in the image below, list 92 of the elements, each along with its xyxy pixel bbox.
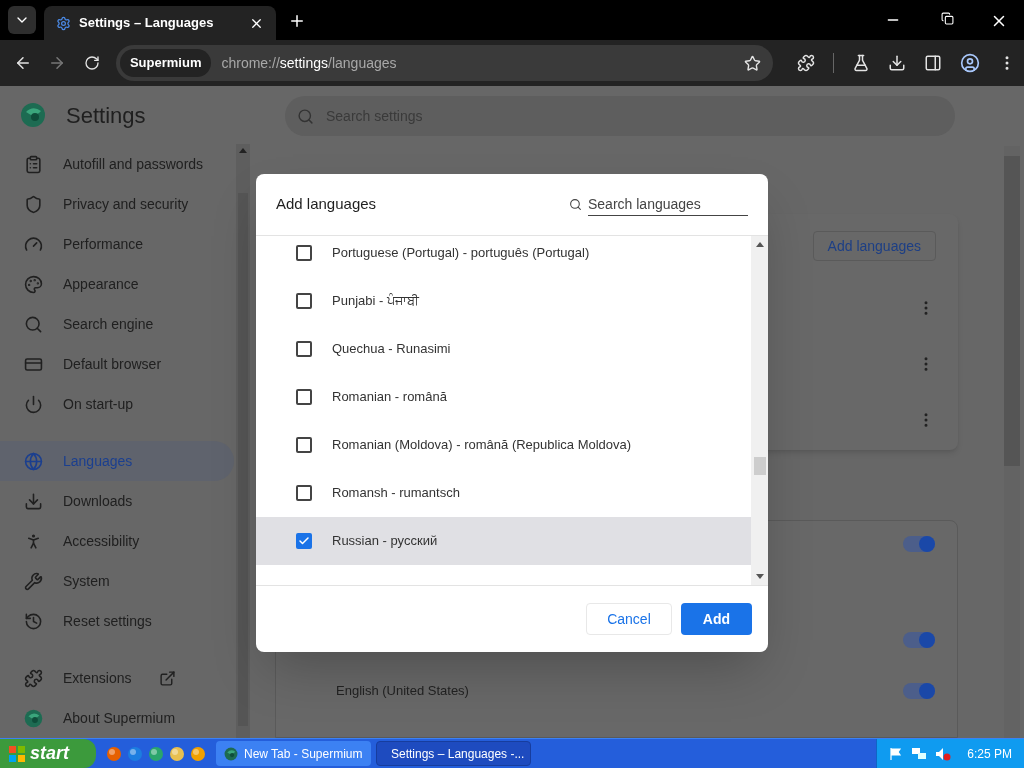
download-icon[interactable]: [888, 54, 906, 72]
checkbox[interactable]: [296, 341, 312, 357]
sidebar-item[interactable]: Accessibility: [0, 521, 234, 561]
sidebar-item[interactable]: Search engine: [0, 304, 234, 344]
language-option[interactable]: Romanian (Moldova) - română (Republica Moldova): [256, 421, 751, 469]
checkbox[interactable]: [296, 245, 312, 261]
reset-icon: [24, 611, 43, 631]
scroll-thumb[interactable]: [753, 457, 766, 475]
add-languages-button[interactable]: Add languages: [812, 231, 936, 261]
restore-icon[interactable]: [941, 12, 954, 25]
windows-flag-icon: [8, 744, 26, 763]
side-panel-icon[interactable]: [924, 54, 942, 72]
power-icon: [24, 394, 43, 414]
sidebar-item[interactable]: System: [0, 561, 234, 601]
shield-icon: [24, 194, 43, 214]
scroll-down-icon[interactable]: [755, 574, 764, 579]
quick-launch-icon[interactable]: [106, 745, 122, 762]
sidebar-item[interactable]: On start-up: [0, 384, 234, 424]
quick-launch-icon[interactable]: [169, 745, 185, 762]
cancel-button[interactable]: Cancel: [586, 603, 672, 635]
settings-title: Settings: [66, 101, 146, 130]
app-icon: [224, 746, 238, 761]
tab-title: Settings – Languages: [79, 14, 215, 33]
sidebar-item[interactable]: Performance: [0, 224, 234, 264]
extensions-icon[interactable]: [797, 54, 815, 72]
checkbox[interactable]: [296, 533, 312, 549]
sidebar-item[interactable]: Extensions: [0, 658, 234, 698]
sidebar-item[interactable]: Autofill and passwords: [0, 144, 234, 184]
gauge-icon: [24, 234, 43, 254]
taskbar-button[interactable]: Settings – Languages -...: [376, 741, 531, 766]
search-icon: [569, 198, 582, 211]
add-button[interactable]: Add: [680, 603, 752, 635]
dialog-title: Add languages: [276, 194, 377, 215]
download-icon: [24, 491, 43, 511]
sidebar-item[interactable]: Downloads: [0, 481, 234, 521]
language-option[interactable]: Romanian - română: [256, 373, 751, 421]
muted-speaker-icon[interactable]: [935, 746, 952, 761]
url-text: chrome://settings/languages: [221, 53, 398, 73]
gear-icon: [56, 15, 71, 31]
logo-icon: [24, 708, 43, 728]
globe-icon: [24, 451, 43, 471]
reload-icon[interactable]: [83, 55, 100, 71]
sidebar-item[interactable]: Default browser: [0, 344, 234, 384]
site-chip: Supermium: [119, 49, 212, 77]
flag-icon[interactable]: [889, 746, 904, 761]
address-bar[interactable]: Supermium chrome://settings/languages: [115, 45, 773, 81]
back-icon[interactable]: [14, 54, 32, 72]
sidebar-item[interactable]: Appearance: [0, 264, 234, 304]
language-option[interactable]: Romansh - rumantsch: [256, 469, 751, 517]
language-label: English (United States): [336, 682, 470, 700]
clock-time: 6:25 PM: [967, 745, 1012, 763]
scrollbar[interactable]: [1004, 146, 1020, 738]
checkbox[interactable]: [296, 293, 312, 309]
clipboard-icon: [24, 154, 43, 174]
language-option[interactable]: Russian - русский: [256, 517, 751, 565]
checkbox[interactable]: [296, 485, 312, 501]
browser-tab[interactable]: Settings – Languages: [44, 6, 276, 40]
taskbar-button[interactable]: New Tab - Supermium: [216, 741, 371, 766]
search-icon: [24, 314, 43, 334]
scrollbar[interactable]: [751, 236, 768, 585]
logo-icon: [20, 102, 46, 128]
flask-icon[interactable]: [852, 54, 870, 72]
external-link-icon[interactable]: [159, 669, 177, 687]
puzzle-icon: [24, 668, 43, 688]
quick-launch-icon[interactable]: [127, 745, 143, 762]
toggle-switch[interactable]: [903, 632, 935, 648]
toggle-switch[interactable]: [903, 536, 935, 552]
toggle-switch[interactable]: [903, 682, 935, 699]
checkbox[interactable]: [296, 389, 312, 405]
new-tab-icon[interactable]: [288, 12, 306, 30]
network-icon[interactable]: [911, 746, 928, 761]
sidebar-item[interactable]: Languages: [0, 441, 234, 481]
scroll-up-icon[interactable]: [755, 242, 764, 247]
palette-icon: [24, 274, 43, 294]
sidebar-item[interactable]: Reset settings: [0, 601, 234, 641]
language-option[interactable]: Portuguese (Portugal) - português (Portugal): [256, 236, 751, 277]
start-button[interactable]: start: [0, 739, 96, 768]
search-languages-field[interactable]: Search languages: [588, 193, 748, 216]
language-option[interactable]: Quechua - Runasimi: [256, 325, 751, 373]
wrench-icon: [24, 571, 43, 591]
checkbox[interactable]: [296, 437, 312, 453]
bookmark-star-icon[interactable]: [744, 54, 761, 72]
quick-launch-icon[interactable]: [190, 745, 206, 762]
quick-launch-icon[interactable]: [148, 745, 164, 762]
sidebar-item[interactable]: Privacy and security: [0, 184, 234, 224]
sidebar-item[interactable]: About Supermium: [0, 698, 234, 738]
profile-icon[interactable]: [960, 53, 980, 73]
search-icon: [297, 107, 314, 125]
scrollbar[interactable]: [236, 144, 250, 738]
check-icon: [298, 535, 310, 547]
language-option[interactable]: Punjabi - ਪੰਜਾਬੀ: [256, 277, 751, 325]
tab-search-button[interactable]: [8, 6, 36, 34]
